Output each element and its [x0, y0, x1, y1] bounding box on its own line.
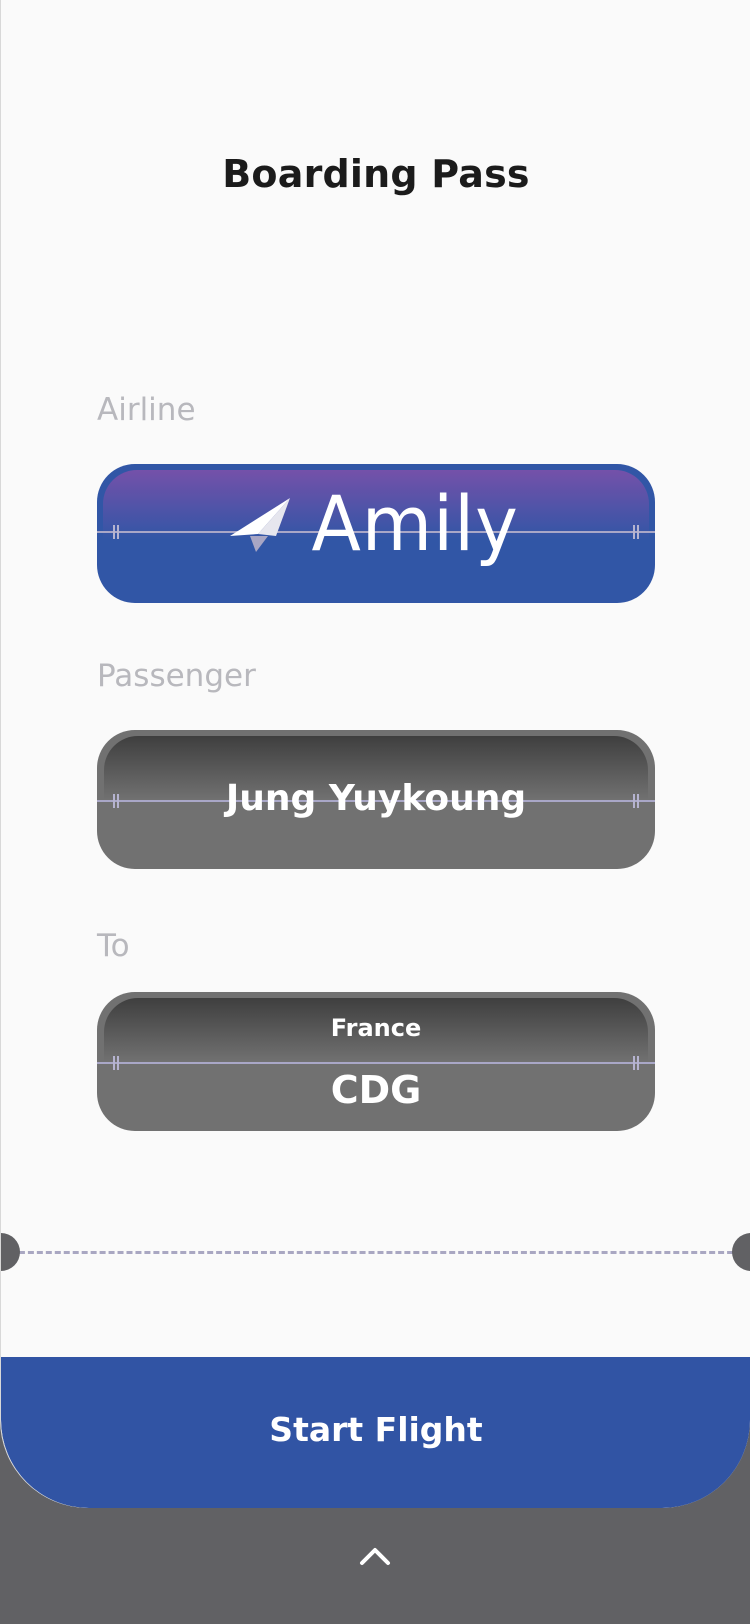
paper-plane-icon — [229, 498, 290, 552]
ticket-notch-left — [1, 1233, 20, 1271]
destination-field[interactable]: France CDG — [97, 992, 655, 1131]
destination-label: To — [97, 928, 130, 964]
airline-label: Airline — [97, 392, 196, 428]
passenger-field[interactable]: Jung Yuykoung — [97, 730, 655, 869]
airline-logo: Amily — [97, 486, 655, 562]
ticket-perforation — [1, 1251, 750, 1254]
ticket-notch-right — [732, 1233, 750, 1271]
destination-country: France — [330, 1014, 422, 1042]
airline-field[interactable]: Amily — [97, 464, 655, 603]
start-flight-button[interactable]: Start Flight — [1, 1357, 750, 1508]
boarding-pass-card: Boarding Pass Airline Amily Passenger Ju… — [0, 0, 750, 1508]
destination-airport-code: CDG — [330, 1068, 422, 1112]
airline-name: Amily — [311, 479, 519, 568]
guide-line — [97, 1062, 655, 1064]
chevron-up-icon[interactable] — [359, 1546, 391, 1566]
passenger-label: Passenger — [97, 658, 256, 694]
page-title: Boarding Pass — [222, 152, 530, 196]
passenger-name: Jung Yuykoung — [225, 778, 527, 819]
